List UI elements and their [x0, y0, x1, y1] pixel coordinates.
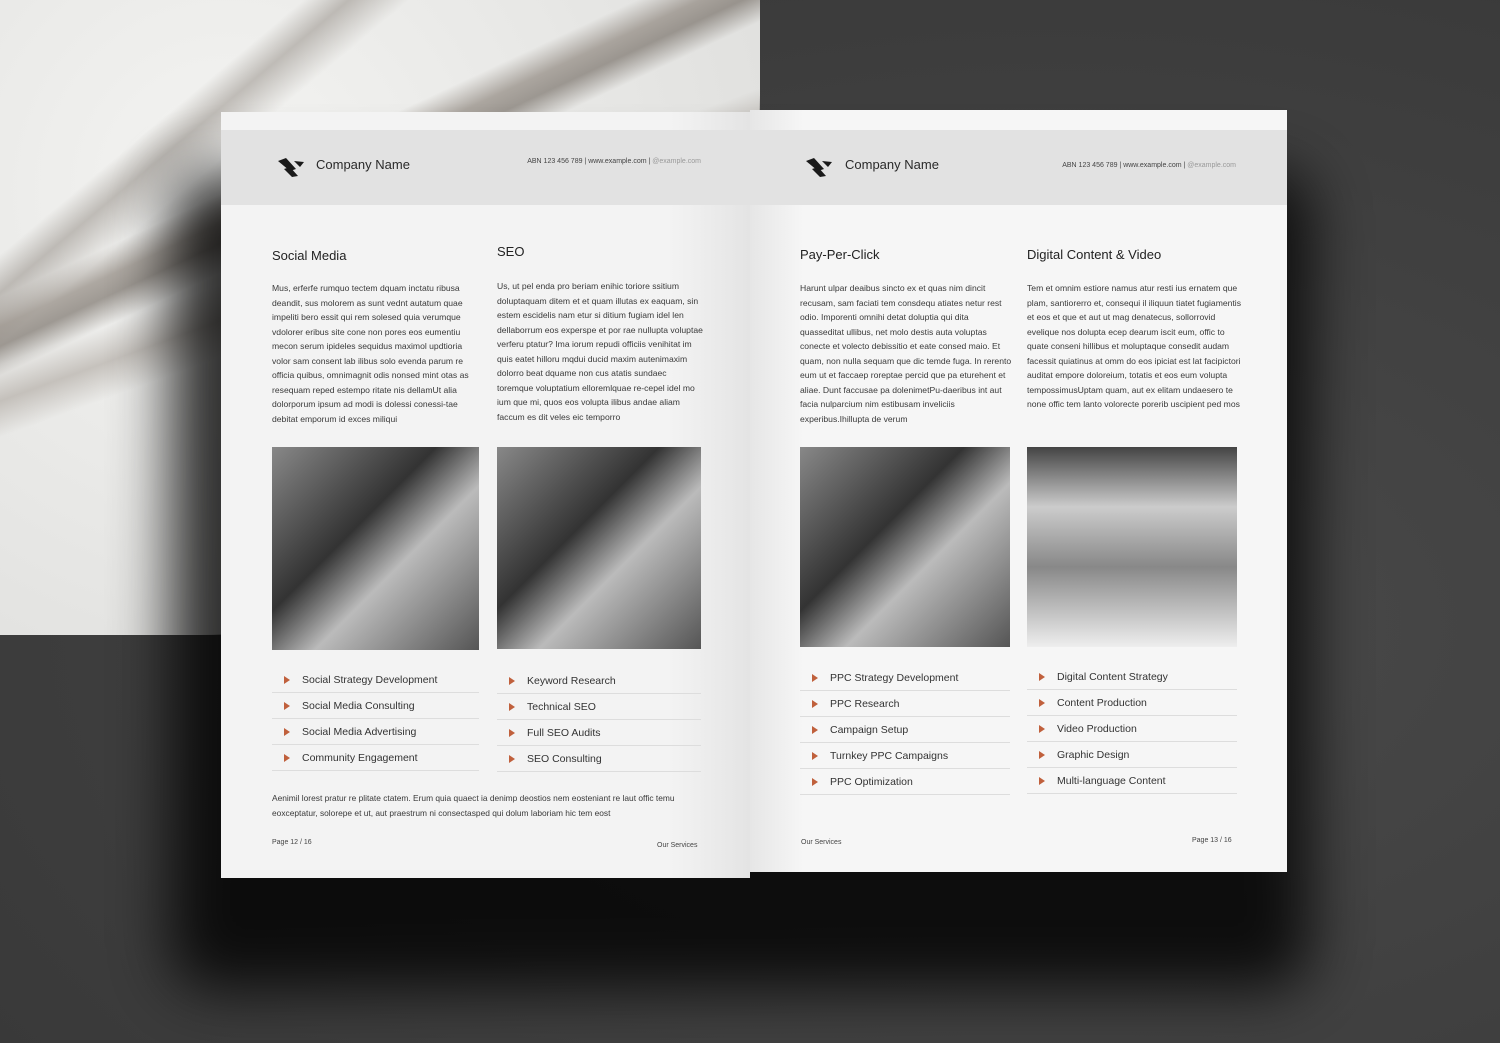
businessmen-tablet-photo: [800, 447, 1010, 647]
left-page: Company Name ABN 123 456 789 | www.examp…: [221, 112, 750, 878]
list-item: Video Production: [1027, 716, 1237, 742]
list-item-label: Social Media Advertising: [302, 725, 417, 738]
service-list: Keyword Research Technical SEO Full SEO …: [497, 668, 701, 772]
list-item-label: PPC Strategy Development: [830, 671, 959, 684]
list-item: Digital Content Strategy: [1027, 664, 1237, 690]
bullet-triangle-icon: [1039, 698, 1045, 707]
bullet-triangle-icon: [812, 699, 818, 708]
list-item: Social Strategy Development: [272, 667, 479, 693]
section-label: Our Services: [801, 839, 842, 846]
contact-main: ABN 123 456 789 | www.example.com |: [1062, 162, 1186, 169]
bullet-triangle-icon: [1039, 724, 1045, 733]
header-contact: ABN 123 456 789 | www.example.com | @exa…: [527, 158, 701, 165]
list-item-label: Keyword Research: [527, 674, 616, 687]
company-logo-icon: [278, 158, 304, 177]
list-item: Campaign Setup: [800, 717, 1010, 743]
bullet-triangle-icon: [812, 673, 818, 682]
list-item: Turnkey PPC Campaigns: [800, 743, 1010, 769]
bullet-triangle-icon: [509, 728, 515, 737]
service-list: PPC Strategy Development PPC Research Ca…: [800, 665, 1010, 795]
footer-paragraph: Aenimil lorest pratur re plitate ctatem.…: [272, 793, 675, 818]
list-item-label: Turnkey PPC Campaigns: [830, 749, 949, 762]
list-item-label: Graphic Design: [1057, 748, 1130, 761]
section-body: Harunt ulpar deaibus sincto ex et quas n…: [800, 283, 1012, 424]
bullet-triangle-icon: [812, 725, 818, 734]
team-laptop-photo: [272, 447, 479, 650]
list-item-label: Campaign Setup: [830, 723, 909, 736]
list-item: PPC Optimization: [800, 769, 1010, 795]
company-name: Company Name: [845, 157, 939, 172]
page-number: Page 12 / 16: [272, 839, 312, 846]
bullet-triangle-icon: [1039, 750, 1045, 759]
list-item: PPC Strategy Development: [800, 665, 1010, 691]
bullet-triangle-icon: [284, 727, 290, 736]
list-item: Technical SEO: [497, 694, 701, 720]
right-page: Company Name ABN 123 456 789 | www.examp…: [750, 110, 1287, 872]
section-body: Us, ut pel enda pro beriam enihic torior…: [497, 281, 703, 422]
list-item: Social Media Advertising: [272, 719, 479, 745]
list-item-label: Video Production: [1057, 722, 1137, 735]
list-item-label: Social Strategy Development: [302, 673, 438, 686]
section-title: SEO: [497, 244, 525, 259]
contact-social: @example.com: [652, 158, 701, 165]
list-item-label: SEO Consulting: [527, 752, 602, 765]
list-item: Graphic Design: [1027, 742, 1237, 768]
list-item-label: PPC Research: [830, 697, 900, 710]
bullet-triangle-icon: [812, 751, 818, 760]
bullet-triangle-icon: [509, 702, 515, 711]
list-item: Keyword Research: [497, 668, 701, 694]
bullet-triangle-icon: [812, 777, 818, 786]
page-number: Page 13 / 16: [1192, 837, 1232, 844]
bullet-triangle-icon: [1039, 776, 1045, 785]
list-item: Full SEO Audits: [497, 720, 701, 746]
list-item: Community Engagement: [272, 745, 479, 771]
list-item-label: Digital Content Strategy: [1057, 670, 1168, 683]
company-name: Company Name: [316, 157, 410, 172]
list-item: PPC Research: [800, 691, 1010, 717]
bullet-triangle-icon: [509, 676, 515, 685]
list-item-label: Full SEO Audits: [527, 726, 601, 739]
bullet-triangle-icon: [284, 701, 290, 710]
bullet-triangle-icon: [1039, 672, 1045, 681]
coworkers-desk-photo: [497, 447, 701, 649]
section-title: Social Media: [272, 248, 347, 263]
service-list: Social Strategy Development Social Media…: [272, 667, 479, 771]
list-item: Content Production: [1027, 690, 1237, 716]
list-item: Social Media Consulting: [272, 693, 479, 719]
section-label: Our Services: [657, 842, 698, 849]
section-body: Tem et omnim estiore namus atur resti iu…: [1027, 283, 1242, 409]
section-body: Mus, erferfe rumquo tectem dquam inctatu…: [272, 283, 469, 424]
section-title: Digital Content & Video: [1027, 247, 1162, 262]
header-contact: ABN 123 456 789 | www.example.com | @exa…: [1062, 162, 1236, 169]
bullet-triangle-icon: [284, 675, 290, 684]
contact-social: @example.com: [1187, 162, 1236, 169]
list-item: SEO Consulting: [497, 746, 701, 772]
contact-main: ABN 123 456 789 | www.example.com |: [527, 158, 651, 165]
bullet-triangle-icon: [284, 753, 290, 762]
office-meeting-photo: [1027, 447, 1237, 647]
list-item-label: PPC Optimization: [830, 775, 913, 788]
list-item-label: Multi-language Content: [1057, 774, 1166, 787]
list-item: Multi-language Content: [1027, 768, 1237, 794]
list-item-label: Community Engagement: [302, 751, 418, 764]
list-item-label: Content Production: [1057, 696, 1147, 709]
company-logo-icon: [806, 158, 832, 177]
list-item-label: Social Media Consulting: [302, 699, 415, 712]
list-item-label: Technical SEO: [527, 700, 596, 713]
service-list: Digital Content Strategy Content Product…: [1027, 664, 1237, 794]
section-title: Pay-Per-Click: [800, 247, 880, 262]
bullet-triangle-icon: [509, 754, 515, 763]
